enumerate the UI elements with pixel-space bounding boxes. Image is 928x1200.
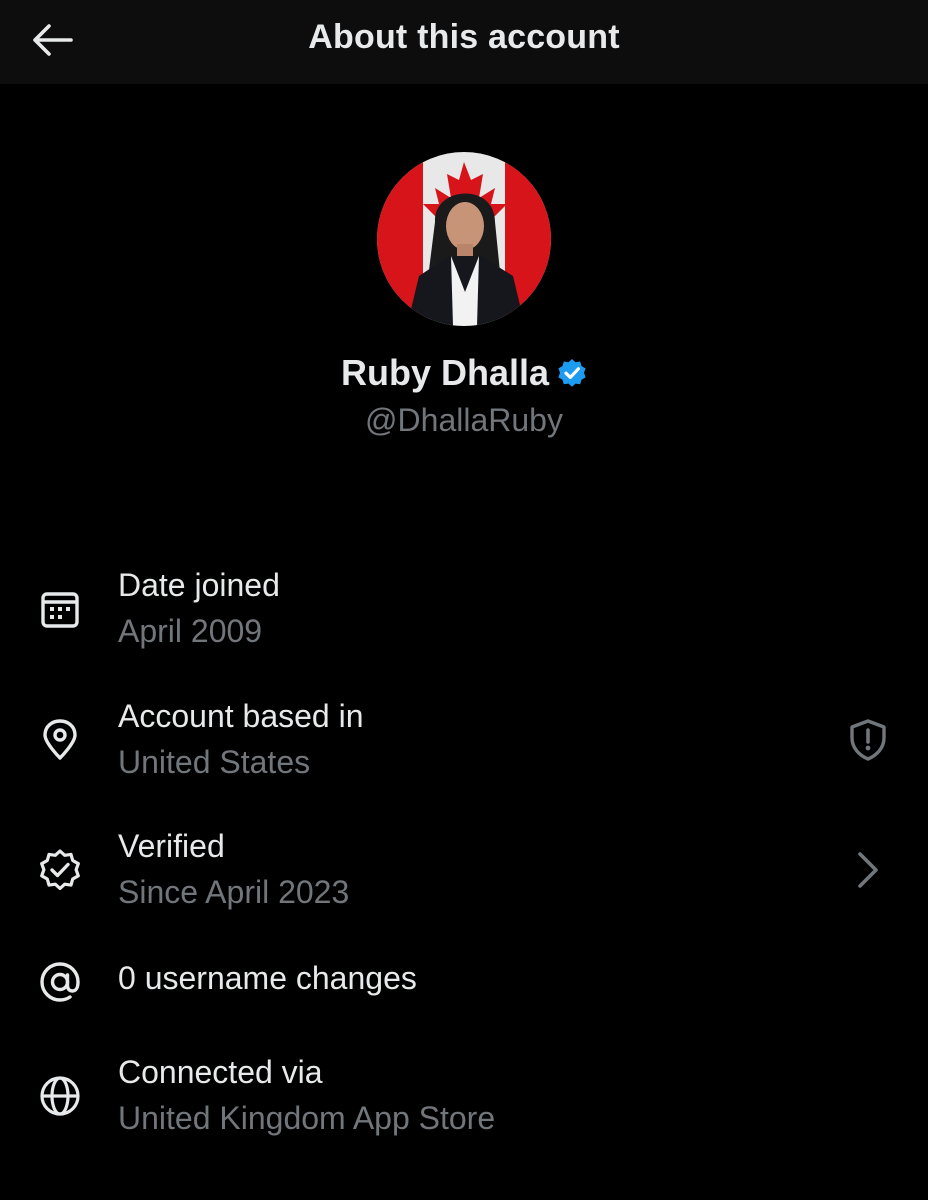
username-changes-texts: 0 username changes (118, 958, 417, 998)
name-row: Ruby Dhalla (0, 352, 928, 394)
username-changes-label: 0 username changes (118, 960, 417, 996)
globe-icon (36, 1072, 84, 1120)
date-joined-label: Date joined (118, 567, 280, 603)
account-based-in-label: Account based in (118, 698, 364, 734)
account-based-in-texts: Account based in United States (118, 696, 364, 782)
connected-via-value: United Kingdom App Store (118, 1100, 496, 1136)
account-based-in-value: United States (118, 744, 311, 780)
verified-label: Verified (118, 828, 225, 864)
shield-alert-icon[interactable] (844, 716, 892, 764)
display-name: Ruby Dhalla (340, 352, 550, 393)
verified-check-icon (36, 846, 84, 894)
location-pin-icon (36, 716, 84, 764)
verified-badge-icon[interactable] (557, 358, 587, 388)
calendar-icon (36, 585, 84, 633)
page-title: About this account (308, 18, 620, 56)
connected-via-label: Connected via (118, 1054, 323, 1090)
username-handle: @DhallaRuby (365, 402, 563, 438)
chevron-right-icon[interactable] (844, 846, 892, 894)
verified-texts: Verified Since April 2023 (118, 826, 349, 912)
date-joined-value: April 2009 (118, 613, 263, 649)
date-joined-texts: Date joined April 2009 (118, 565, 280, 651)
at-sign-icon (36, 958, 84, 1006)
profile-avatar[interactable] (377, 152, 551, 326)
verified-value: Since April 2023 (118, 874, 350, 910)
top-bar: About this account (0, 0, 928, 84)
connected-via-texts: Connected via United Kingdom App Store (118, 1052, 495, 1138)
